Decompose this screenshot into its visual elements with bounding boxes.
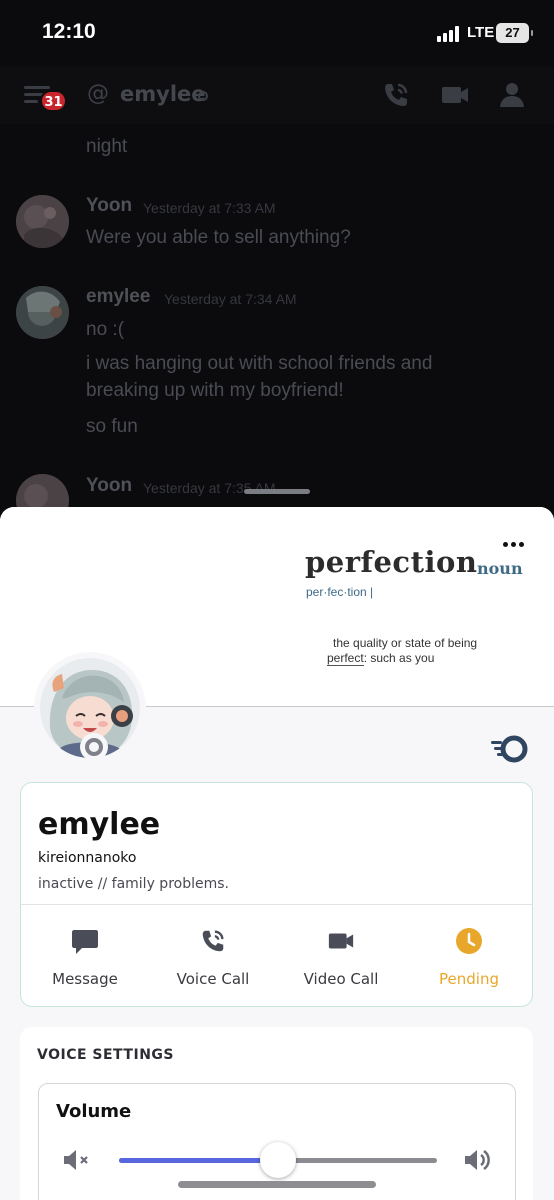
- battery-icon: 27: [496, 23, 533, 43]
- avatar[interactable]: [16, 474, 69, 510]
- voice-call-icon[interactable]: [381, 80, 411, 110]
- volume-slider[interactable]: [119, 1142, 437, 1178]
- message-icon: [72, 930, 98, 954]
- video-call-button-label: Video Call: [303, 970, 379, 988]
- custom-status: inactive // family problems.: [38, 876, 229, 892]
- members-icon[interactable]: [498, 80, 528, 110]
- avatar[interactable]: [16, 286, 69, 339]
- display-name: emylee: [38, 807, 161, 842]
- pending-button[interactable]: Pending: [405, 926, 533, 988]
- profile-card: emylee kireionnanoko inactive // family …: [20, 782, 533, 1007]
- voice-settings-panel: VOICE SETTINGS Volume: [20, 1027, 533, 1200]
- banner-word: perfection: [305, 545, 478, 579]
- signal-icon: [437, 26, 463, 42]
- divider: [21, 904, 532, 905]
- message-button-label: Message: [52, 970, 118, 988]
- volume-max-icon[interactable]: [463, 1146, 493, 1174]
- username[interactable]: kireionnanoko: [38, 850, 136, 866]
- voice-call-icon: [202, 930, 224, 952]
- message-list[interactable]: night Yoon Yesterday at 7:33 AM Were you…: [0, 124, 554, 510]
- message-timestamp: Yesterday at 7:34 AM: [164, 291, 297, 307]
- pending-button-label: Pending: [439, 970, 499, 988]
- at-icon: @: [87, 81, 109, 106]
- avatar[interactable]: [16, 195, 69, 248]
- status-indicator: [80, 733, 108, 761]
- banner-definition-perfect: perfect: [327, 651, 364, 666]
- voice-call-button-label: Voice Call: [176, 970, 250, 988]
- channel-title[interactable]: emylee: [120, 82, 206, 106]
- message-author[interactable]: emylee: [86, 286, 150, 308]
- home-indicator[interactable]: [178, 1181, 376, 1188]
- message-text: i was hanging out with school friends an…: [86, 353, 433, 374]
- video-call-icon[interactable]: [440, 80, 470, 110]
- status-bar: 12:10 LTE 27: [0, 0, 554, 66]
- video-call-icon: [328, 933, 354, 949]
- banner-pronunciation: per·fec·tion |: [306, 585, 374, 599]
- banner-part-of-speech: noun: [477, 559, 523, 578]
- volume-slider-thumb[interactable]: [260, 1142, 296, 1178]
- message-text: no :(: [86, 319, 125, 340]
- banner-definition-line2: perfect: such as you: [327, 651, 435, 666]
- voice-settings-title: VOICE SETTINGS: [37, 1047, 174, 1063]
- channel-header: 31 @ emylee: [0, 66, 554, 124]
- message-author[interactable]: Yoon: [86, 195, 132, 217]
- message-text: so fun: [86, 416, 138, 437]
- banner-definition: the quality or state of being: [333, 636, 478, 650]
- clock: 12:10: [42, 20, 96, 43]
- nitro-boost-icon[interactable]: [490, 735, 530, 763]
- volume-label: Volume: [56, 1101, 132, 1122]
- network-label: LTE: [467, 24, 495, 41]
- voice-call-button[interactable]: Voice Call: [149, 926, 277, 988]
- message-timestamp: Yesterday at 7:33 AM: [143, 200, 276, 216]
- volume-mute-icon[interactable]: [62, 1147, 92, 1173]
- profile-sheet: perfection noun per·fec·tion | the quali…: [0, 507, 554, 1200]
- clock-icon: [456, 928, 482, 954]
- sheet-drag-handle[interactable]: [244, 489, 310, 494]
- video-call-button[interactable]: Video Call: [277, 926, 405, 988]
- notification-badge: 31: [40, 90, 67, 112]
- message-text: breaking up with my boyfriend!: [86, 380, 344, 401]
- message-text: night: [86, 136, 128, 157]
- status-indicator-icon: [198, 91, 208, 101]
- message-text: Were you able to sell anything?: [86, 227, 351, 248]
- volume-slider-fill: [119, 1158, 278, 1163]
- message-button[interactable]: Message: [21, 926, 149, 988]
- message-author[interactable]: Yoon: [86, 475, 132, 497]
- banner-definition-rest: : such as you: [363, 651, 435, 665]
